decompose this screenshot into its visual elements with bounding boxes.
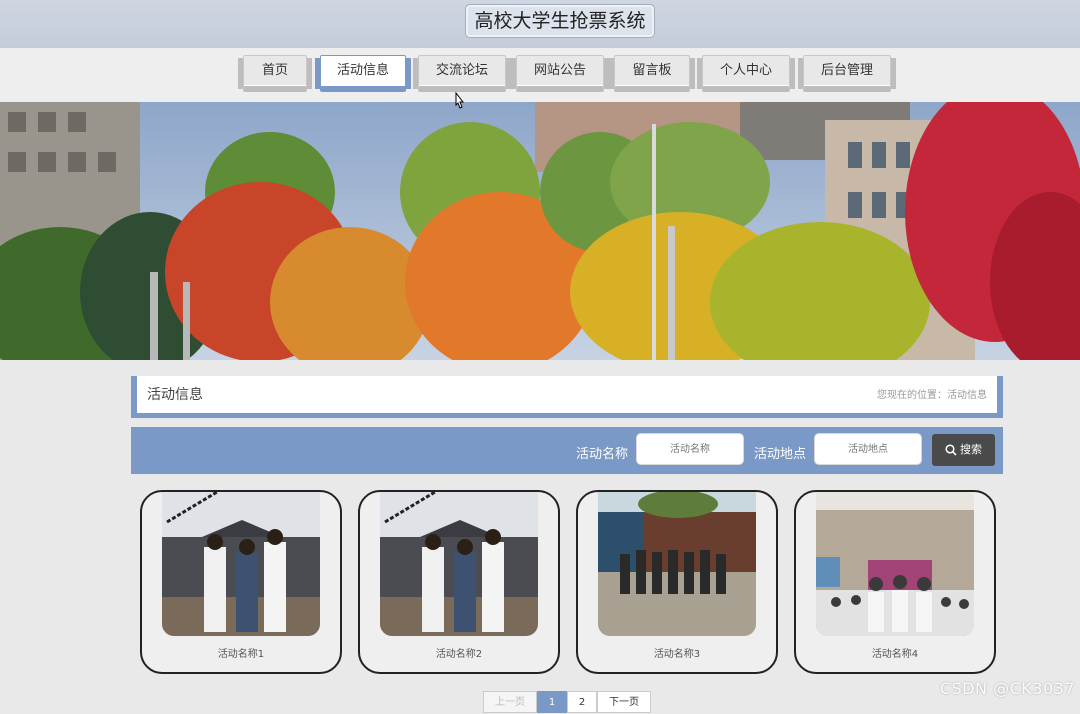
search-icon	[945, 444, 957, 456]
nav-item-user-center[interactable]: 个人中心	[697, 55, 795, 92]
watermark: CSDN @CK3037	[939, 679, 1075, 698]
nav-item-activities[interactable]: 活动信息	[315, 55, 411, 92]
activity-image	[598, 492, 756, 636]
activity-name: 活动名称1	[217, 649, 265, 660]
nav-item-admin[interactable]: 后台管理	[798, 55, 896, 92]
main-nav: 首页 活动信息 交流论坛 网站公告 留言板 个人中心 后台管理	[0, 48, 1080, 102]
mouse-cursor-icon	[455, 92, 465, 109]
top-header: 高校大学生抢票系统	[0, 0, 1080, 49]
activity-card[interactable]: 活动名称4	[794, 490, 996, 674]
activity-name: 活动名称2	[435, 649, 483, 660]
section-title: 活动信息	[147, 387, 203, 403]
activity-card[interactable]: 活动名称3	[576, 490, 778, 674]
next-page-button[interactable]: 下一页	[597, 691, 651, 713]
banner-carousel[interactable]	[0, 102, 1080, 360]
name-filter-label: 活动名称	[576, 447, 629, 462]
activity-image	[816, 492, 974, 636]
activity-card[interactable]: 活动名称2	[358, 490, 560, 674]
nav-item-forum[interactable]: 交流论坛	[413, 55, 511, 92]
activity-image	[380, 492, 538, 636]
activity-image	[162, 492, 320, 636]
campus-photo	[0, 102, 1080, 360]
site-title: 高校大学生抢票系统	[465, 4, 655, 38]
location-filter-label: 活动地点	[754, 447, 807, 462]
page-2-button[interactable]: 2	[567, 691, 597, 713]
nav-item-announcements[interactable]: 网站公告	[511, 55, 609, 92]
activity-name: 活动名称3	[653, 649, 701, 660]
activity-card[interactable]: 活动名称1	[140, 490, 342, 674]
page-1-button[interactable]: 1	[537, 691, 567, 713]
breadcrumb: 您现在的位置：活动信息	[877, 390, 987, 401]
activity-name-input[interactable]	[636, 433, 744, 465]
search-button[interactable]: 搜索	[932, 434, 995, 466]
activity-name: 活动名称4	[871, 649, 919, 660]
search-button-label: 搜索	[960, 443, 982, 456]
section-header: 活动信息 您现在的位置：活动信息	[131, 376, 1003, 418]
nav-item-message-board[interactable]: 留言板	[609, 55, 695, 92]
prev-page-button[interactable]: 上一页	[483, 691, 537, 713]
activity-location-input[interactable]	[814, 433, 922, 465]
nav-item-home[interactable]: 首页	[238, 55, 312, 92]
search-bar: 活动名称 活动地点 搜索	[131, 427, 1003, 474]
